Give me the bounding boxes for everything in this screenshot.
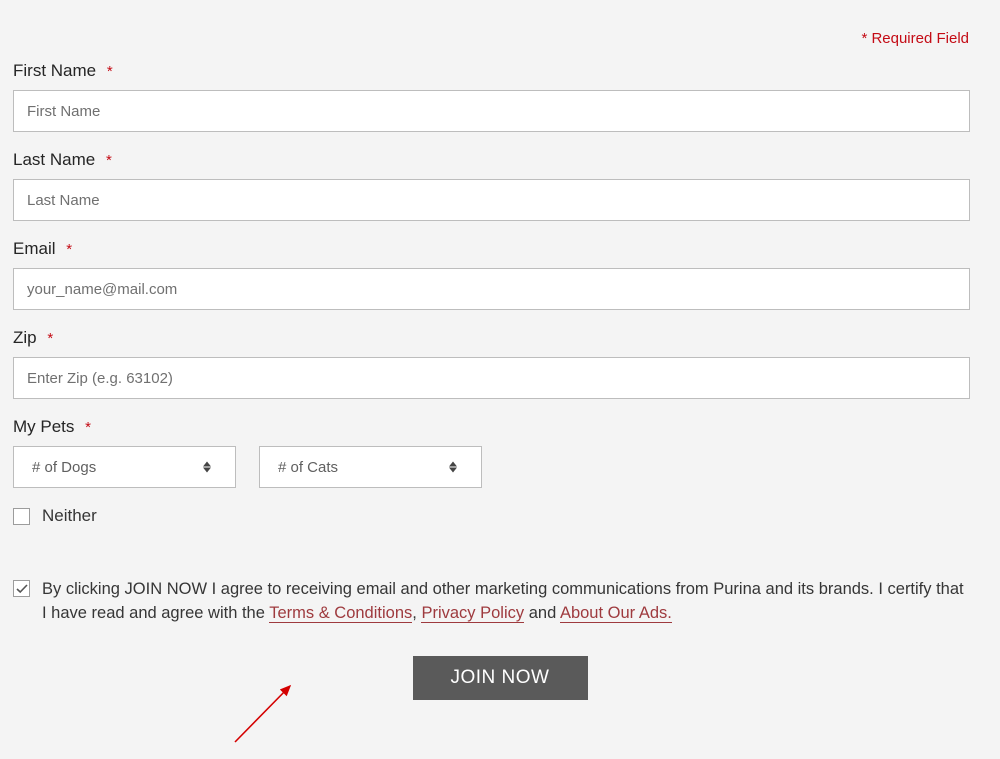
privacy-link[interactable]: Privacy Policy: [421, 604, 524, 623]
email-input[interactable]: [13, 268, 970, 310]
consent-checkbox[interactable]: [13, 580, 30, 597]
asterisk-icon: *: [66, 241, 72, 258]
dogs-select[interactable]: # of Dogs: [13, 446, 236, 488]
asterisk-icon: *: [107, 63, 113, 80]
select-caret-icon: [203, 462, 211, 473]
zip-field: Zip *: [13, 328, 987, 399]
join-now-button[interactable]: JOIN NOW: [413, 656, 588, 700]
label-text: Email: [13, 239, 56, 258]
first-name-label: First Name *: [13, 61, 987, 81]
label-text: Zip: [13, 328, 37, 347]
cats-select[interactable]: # of Cats: [259, 446, 482, 488]
first-name-input[interactable]: [13, 90, 970, 132]
asterisk-icon: *: [47, 330, 53, 347]
label-text: Last Name: [13, 150, 95, 169]
label-text: First Name: [13, 61, 96, 80]
consent-row: By clicking JOIN NOW I agree to receivin…: [13, 578, 987, 626]
my-pets-field: My Pets * # of Dogs # of Cats: [13, 417, 987, 488]
about-ads-link[interactable]: About Our Ads.: [560, 604, 672, 623]
select-caret-icon: [449, 462, 457, 473]
neither-label: Neither: [42, 506, 97, 526]
sep: and: [524, 604, 560, 622]
first-name-field: First Name *: [13, 61, 987, 132]
email-label: Email *: [13, 239, 987, 259]
last-name-label: Last Name *: [13, 150, 987, 170]
my-pets-label: My Pets *: [13, 417, 987, 437]
neither-checkbox[interactable]: [13, 508, 30, 525]
asterisk-icon: *: [85, 419, 91, 436]
zip-label: Zip *: [13, 328, 987, 348]
last-name-input[interactable]: [13, 179, 970, 221]
neither-row: Neither: [13, 506, 987, 526]
consent-text: By clicking JOIN NOW I agree to receivin…: [42, 578, 972, 626]
zip-input[interactable]: [13, 357, 970, 399]
required-field-note: * Required Field: [13, 30, 987, 47]
cats-select-value: # of Cats: [278, 459, 338, 476]
asterisk-icon: *: [106, 152, 112, 169]
terms-link[interactable]: Terms & Conditions: [269, 604, 412, 623]
email-field: Email *: [13, 239, 987, 310]
label-text: My Pets: [13, 417, 74, 436]
dogs-select-value: # of Dogs: [32, 459, 96, 476]
last-name-field: Last Name *: [13, 150, 987, 221]
